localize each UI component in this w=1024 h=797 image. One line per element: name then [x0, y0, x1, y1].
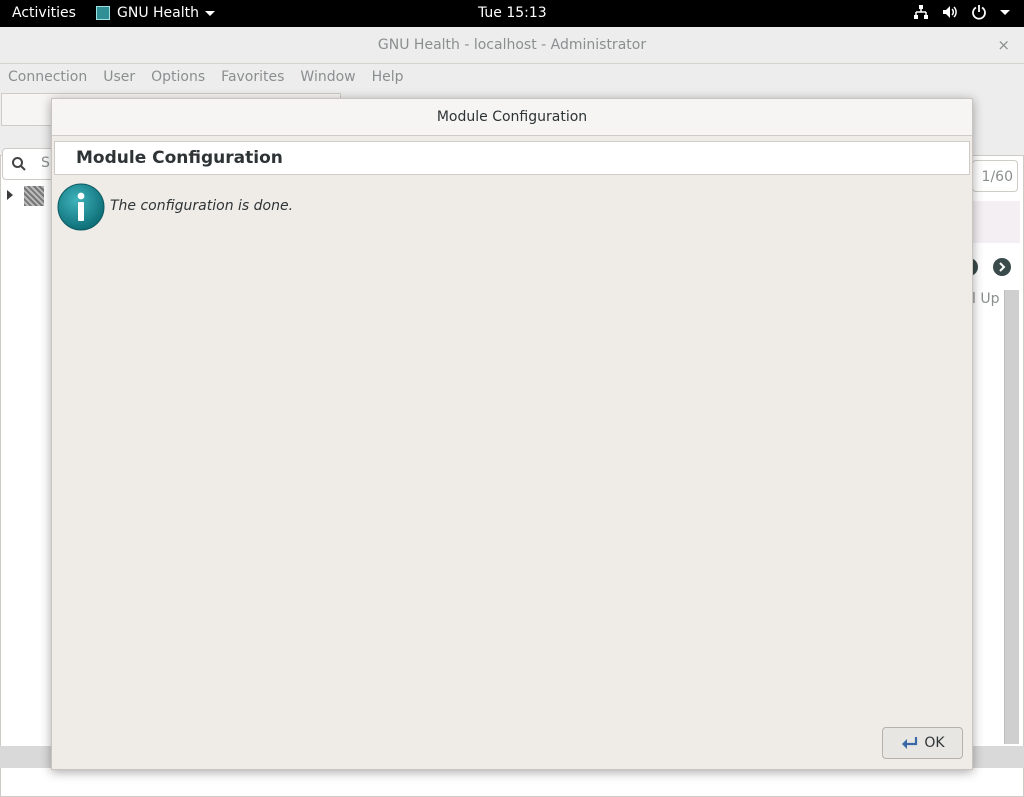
window-title: GNU Health - localhost - Administrator: [377, 37, 647, 53]
ok-enter-icon: [902, 737, 918, 749]
system-tray[interactable]: [913, 4, 1010, 20]
record-count: 1/60: [972, 160, 1018, 192]
menubar: Connection User Options Favorites Window…: [0, 64, 1024, 92]
dialog-header-text: Module Configuration: [76, 148, 283, 168]
clock[interactable]: Tue 15:13: [478, 5, 547, 21]
ok-button-label: OK: [924, 735, 945, 751]
menu-user[interactable]: User: [95, 64, 143, 92]
search-input-text: S: [41, 155, 50, 171]
app-menu[interactable]: GNU Health: [96, 5, 215, 21]
tree-item-icon: [24, 186, 44, 206]
search-icon: [12, 157, 26, 171]
volume-icon: [943, 6, 957, 18]
module-configuration-dialog: Module Configuration Module Configuratio…: [51, 98, 973, 770]
chevron-down-icon: [205, 10, 215, 16]
window-titlebar: GNU Health - localhost - Administrator ×: [0, 27, 1024, 64]
menu-window[interactable]: Window: [292, 64, 363, 92]
column-header[interactable]: l Up: [972, 291, 999, 307]
menu-help[interactable]: Help: [364, 64, 412, 92]
info-icon: [57, 183, 105, 231]
scrollbar[interactable]: [1004, 290, 1019, 744]
toolbar-band: [972, 201, 1020, 243]
gnu-health-app-icon: [96, 6, 110, 20]
chevron-down-icon: [1000, 9, 1010, 15]
dialog-titlebar: Module Configuration: [52, 99, 972, 136]
power-icon: [972, 5, 986, 20]
tree-expander-icon[interactable]: [7, 190, 13, 200]
network-icon: [914, 5, 928, 19]
gnome-top-bar: Activities GNU Health Tue 15:13: [0, 0, 1024, 27]
dialog-title: Module Configuration: [436, 109, 588, 125]
activities-button[interactable]: Activities: [12, 5, 76, 21]
dialog-header: Module Configuration: [54, 141, 970, 175]
next-icon[interactable]: [993, 258, 1011, 276]
menu-favorites[interactable]: Favorites: [213, 64, 292, 92]
dialog-message: The configuration is done.: [110, 198, 294, 214]
app-menu-label: GNU Health: [117, 5, 199, 21]
ok-button[interactable]: OK: [882, 727, 963, 759]
menu-options[interactable]: Options: [143, 64, 213, 92]
close-icon[interactable]: ×: [997, 36, 1010, 54]
menu-connection[interactable]: Connection: [0, 64, 95, 92]
